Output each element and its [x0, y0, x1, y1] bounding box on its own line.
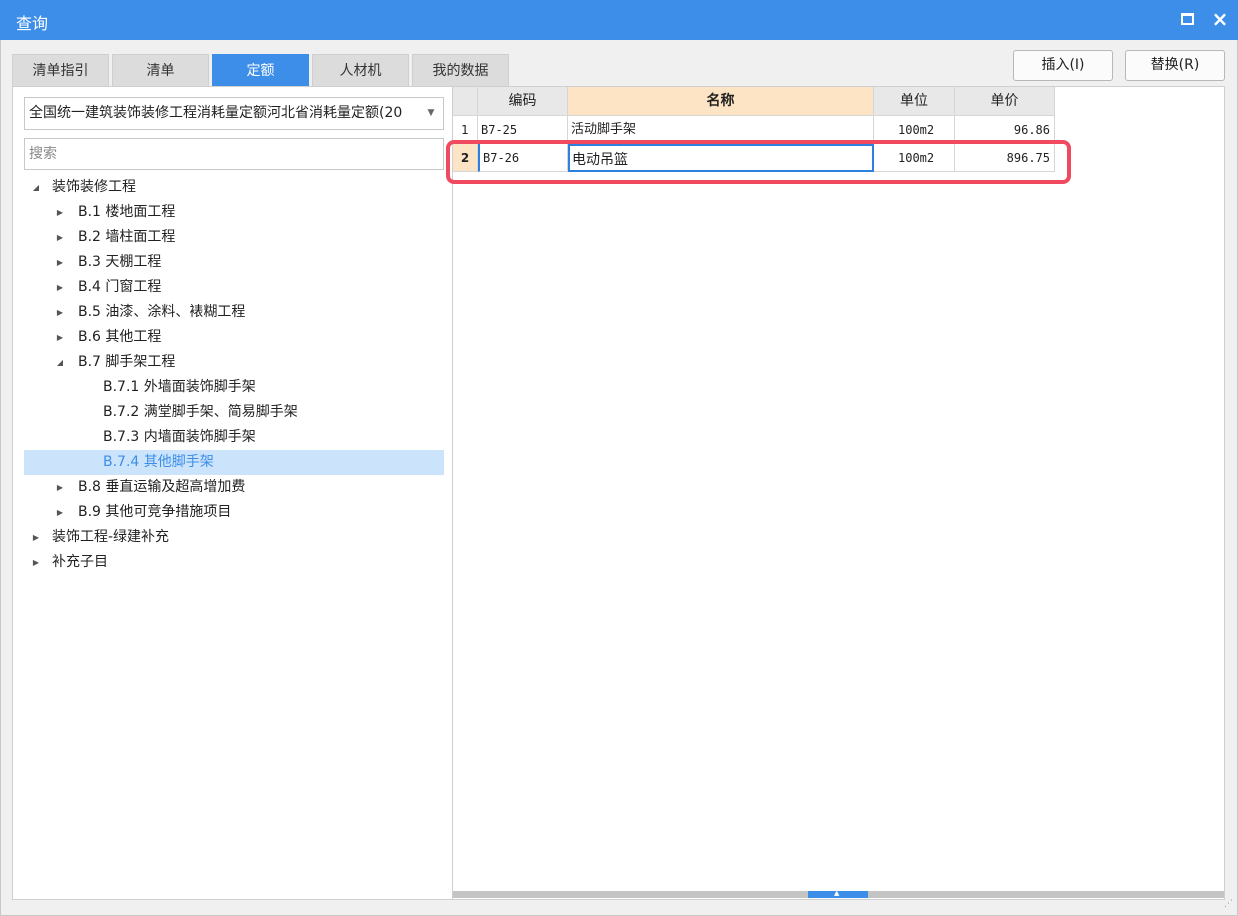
window-title: 查询 [16, 14, 49, 33]
tab-label: 定额 [246, 63, 275, 79]
tree-node[interactable]: B.7.3 内墙面装饰脚手架 [24, 425, 444, 450]
tree-node-label: B.7 脚手架工程 [78, 354, 176, 370]
tree-node-label: B.9 其他可竞争措施项目 [78, 504, 232, 520]
collapsed-arrow-icon[interactable]: ▶ [54, 250, 66, 275]
insert-button[interactable]: 插入(I) [1013, 50, 1113, 81]
tree-node-label: B.7.3 内墙面装饰脚手架 [103, 429, 256, 445]
collapsed-arrow-icon[interactable]: ▶ [30, 550, 42, 575]
tree-node-label: 补充子目 [52, 554, 108, 570]
splitter-handle[interactable]: ▲ [808, 889, 868, 898]
tree-node[interactable]: ▶ B.2 墙柱面工程 [24, 225, 444, 250]
tree-node[interactable]: ▶ 补充子目 [24, 550, 444, 575]
library-select-value: 全国统一建筑装饰装修工程消耗量定额河北省消耗量定额(20 [29, 105, 403, 121]
tab-wode-shuju[interactable]: 我的数据 [412, 54, 509, 86]
collapsed-arrow-icon[interactable]: ▶ [54, 325, 66, 350]
tree-node[interactable]: B.7.1 外墙面装饰脚手架 [24, 375, 444, 400]
collapsed-arrow-icon[interactable]: ▶ [54, 475, 66, 500]
tree-node-label: B.7.2 满堂脚手架、简易脚手架 [103, 404, 298, 420]
tab-label: 清单 [146, 63, 175, 79]
results-panel [452, 86, 1225, 900]
tab-qingdan-zhiyin[interactable]: 清单指引 [12, 54, 109, 86]
tree-node-label: B.7.4 其他脚手架 [103, 454, 214, 470]
search-input[interactable]: 搜索 [24, 138, 444, 170]
tree-node-label: B.8 垂直运输及超高增加费 [78, 479, 246, 495]
tab-label: 清单指引 [32, 63, 89, 79]
tree-node[interactable]: ▶ B.8 垂直运输及超高增加费 [24, 475, 444, 500]
tree-node-label: B.5 油漆、涂料、裱糊工程 [78, 304, 246, 320]
collapsed-arrow-icon[interactable]: ▶ [54, 275, 66, 300]
tab-label: 我的数据 [432, 63, 489, 79]
tree-node[interactable]: ▶ B.4 门窗工程 [24, 275, 444, 300]
tree-node-label: B.6 其他工程 [78, 329, 162, 345]
tree-node-selected[interactable]: B.7.4 其他脚手架 [24, 450, 444, 475]
column-header-code[interactable]: 编码 [478, 87, 568, 116]
tab-qingdan[interactable]: 清单 [112, 54, 209, 86]
collapsed-arrow-icon[interactable]: ▶ [30, 525, 42, 550]
tree-node[interactable]: ◢ 装饰装修工程 [24, 175, 444, 200]
tree-node-label: B.7.1 外墙面装饰脚手架 [103, 379, 256, 395]
tab-dinge[interactable]: 定额 [212, 54, 309, 86]
title-bar: 查询 × [0, 0, 1238, 40]
dropdown-arrow-icon[interactable]: ▼ [425, 98, 437, 129]
tree-node[interactable]: ▶ 装饰工程-绿建补充 [24, 525, 444, 550]
expanded-arrow-icon[interactable]: ◢ [30, 175, 42, 200]
tree-node-label: B.1 楼地面工程 [78, 204, 176, 220]
column-header-price[interactable]: 单价 [955, 87, 1055, 116]
column-header-name[interactable]: 名称 [568, 87, 874, 116]
column-header-unit[interactable]: 单位 [874, 87, 955, 116]
tree-node[interactable]: ▶ B.1 楼地面工程 [24, 200, 444, 225]
close-icon[interactable]: × [1210, 7, 1230, 31]
tree-node-label: B.4 门窗工程 [78, 279, 162, 295]
replace-button[interactable]: 替换(R) [1125, 50, 1225, 81]
search-placeholder: 搜索 [29, 146, 57, 162]
tree-node-label: 装饰工程-绿建补充 [52, 529, 170, 545]
row-header-corner [453, 87, 478, 116]
library-select[interactable]: 全国统一建筑装饰装修工程消耗量定额河北省消耗量定额(20 ▼ [24, 97, 444, 130]
collapsed-arrow-icon[interactable]: ▶ [54, 225, 66, 250]
tab-label: 人材机 [339, 63, 382, 79]
collapsed-arrow-icon[interactable]: ▶ [54, 300, 66, 325]
tree-node[interactable]: B.7.2 满堂脚手架、简易脚手架 [24, 400, 444, 425]
tree-node[interactable]: ▶ B.3 天棚工程 [24, 250, 444, 275]
tree-node[interactable]: ▶ B.5 油漆、涂料、裱糊工程 [24, 300, 444, 325]
tree-node[interactable]: ▶ B.9 其他可竞争措施项目 [24, 500, 444, 525]
collapse-up-icon[interactable]: ▲ [834, 889, 839, 897]
tree-node[interactable]: ◢ B.7 脚手架工程 [24, 350, 444, 375]
collapsed-arrow-icon[interactable]: ▶ [54, 500, 66, 525]
resize-grip-icon[interactable]: ⋰ [1224, 898, 1236, 910]
tree-node[interactable]: ▶ B.6 其他工程 [24, 325, 444, 350]
tree-node-label: B.2 墙柱面工程 [78, 229, 176, 245]
tree-node-label: B.3 天棚工程 [78, 254, 162, 270]
expanded-arrow-icon[interactable]: ◢ [54, 350, 66, 375]
highlight-box [446, 140, 1071, 184]
tab-rencaiji[interactable]: 人材机 [312, 54, 409, 86]
collapsed-arrow-icon[interactable]: ▶ [54, 200, 66, 225]
tree-node-label: 装饰装修工程 [52, 179, 136, 195]
maximize-icon[interactable] [1181, 13, 1194, 25]
